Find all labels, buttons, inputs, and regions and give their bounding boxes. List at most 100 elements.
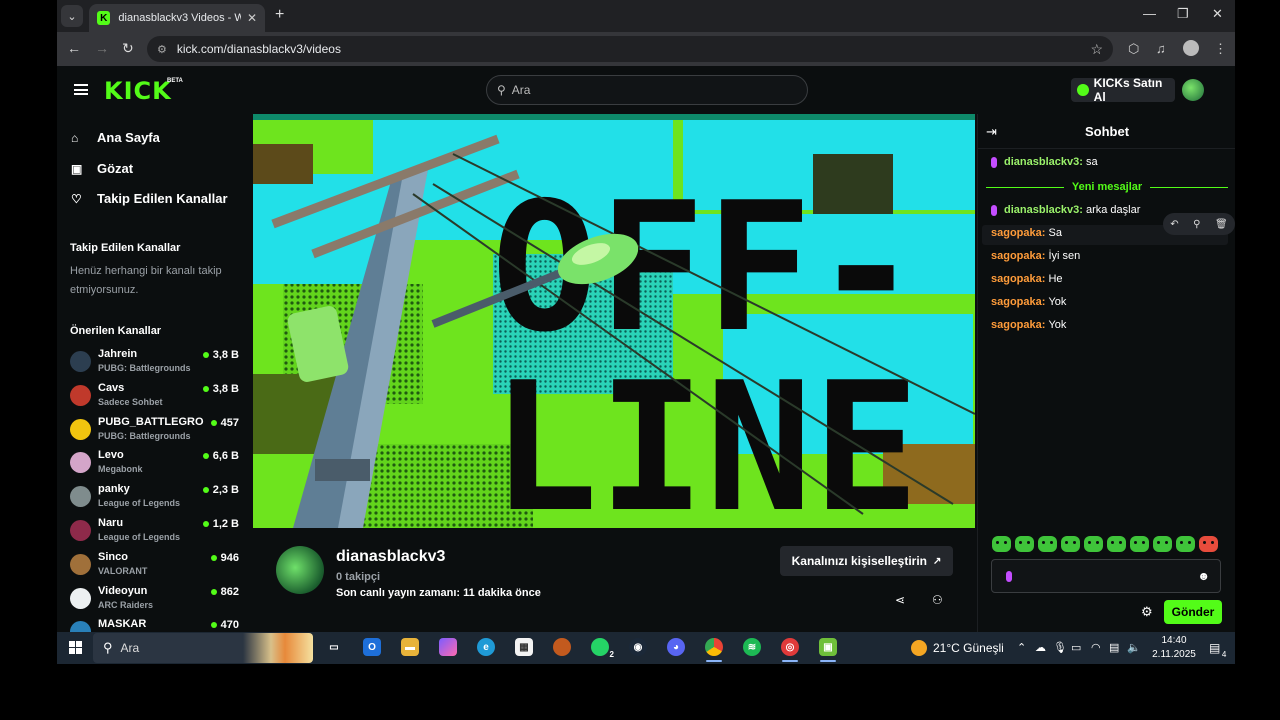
volume-icon[interactable]: 🔈 (1127, 641, 1141, 654)
spotify-icon[interactable]: ≋ (743, 638, 761, 656)
channel-avatar[interactable] (276, 546, 324, 594)
media-control-icon[interactable]: ♫ (1156, 41, 1166, 56)
chat-username[interactable]: sagopaka (991, 227, 1042, 239)
battery-icon[interactable]: ▭ (1071, 641, 1081, 654)
copilot-icon[interactable] (439, 638, 457, 656)
share-icon[interactable]: ⋖ (895, 593, 905, 607)
emote-icon[interactable] (1061, 536, 1080, 552)
chat-settings-icon[interactable]: ⚙ (1141, 604, 1153, 620)
site-settings-icon[interactable]: ⚙ (157, 43, 167, 56)
taskbar-search[interactable]: ⚲ Ara (93, 633, 313, 663)
recommended-channel[interactable]: Jahrein PUBG: Battlegrounds 3,8 B (70, 348, 242, 380)
chat-message[interactable]: sagopaka: Yok (991, 296, 1066, 308)
app-icon-cube[interactable]: ▣ (819, 638, 837, 656)
chat-message[interactable]: sagopaka: Yok (991, 319, 1066, 331)
onedrive-icon[interactable]: ☁ (1035, 641, 1046, 654)
recommended-channel[interactable]: Levo Megabonk 6,6 B (70, 449, 242, 481)
chrome-icon[interactable] (705, 638, 723, 656)
display-icon[interactable]: ▤ (1109, 641, 1119, 654)
minimize-button[interactable]: — (1143, 6, 1156, 21)
chat-message[interactable]: dianasblackv3: arka daşlar (991, 204, 1140, 216)
hamburger-menu-icon[interactable] (74, 84, 88, 95)
bookmark-star-icon[interactable]: ☆ (1090, 41, 1103, 58)
windows-start-icon[interactable] (69, 641, 82, 654)
menu-dots-icon[interactable]: ⋮ (1214, 41, 1227, 57)
recommended-channel[interactable]: Naru League of Legends 1,2 B (70, 517, 242, 549)
chat-input[interactable]: ☻ (991, 559, 1221, 593)
tray-chevron-icon[interactable]: ⌃ (1017, 641, 1026, 654)
customize-channel-button[interactable]: Kanalınızı kişiselleştirin ↗ (780, 546, 953, 576)
buy-kicks-button[interactable]: KICKs Satın Al (1071, 76, 1175, 104)
sidebar-item-following[interactable]: ♡ Takip Edilen Kanallar (71, 191, 228, 206)
outlook-icon[interactable]: O (363, 638, 381, 656)
chat-message[interactable]: sagopaka: He (991, 273, 1063, 285)
tab-search-button[interactable]: ⌄ (61, 5, 83, 27)
browser-tab[interactable]: K dianasblackv3 Videos - Watch C ✕ (89, 4, 265, 32)
reload-icon[interactable]: ↻ (122, 40, 134, 57)
emote-icon[interactable] (1015, 536, 1034, 552)
notification-icon[interactable]: ▤ 4 (1209, 641, 1226, 659)
address-bar[interactable]: ⚙ kick.com/dianasblackv3/videos ☆ (147, 36, 1113, 62)
collapse-chat-icon[interactable]: ⇥ (986, 124, 997, 140)
pin-icon[interactable]: ⚲ (1193, 219, 1200, 230)
recommended-channel[interactable]: MASKAR 470 (70, 618, 242, 632)
chat-username[interactable]: sagopaka (991, 250, 1042, 262)
chat-username[interactable]: sagopaka (991, 273, 1042, 285)
emote-icon[interactable] (1153, 536, 1172, 552)
store-icon[interactable]: ▦ (515, 638, 533, 656)
discord-icon[interactable]: ◕ (667, 638, 685, 656)
delete-icon[interactable]: 🗑 (1215, 219, 1228, 230)
reply-icon[interactable]: ↶ (1170, 219, 1178, 230)
emote-icon[interactable] (1199, 536, 1218, 552)
emoji-picker-icon[interactable]: ☻ (1197, 569, 1210, 583)
channel-name[interactable]: dianasblackv3 (336, 548, 445, 566)
emote-icon[interactable] (1038, 536, 1057, 552)
recommended-channel[interactable]: Cavs Sadece Sohbet 3,8 B (70, 382, 242, 414)
recommended-channel[interactable]: Sinco VALORANT 946 (70, 551, 242, 583)
steam-icon[interactable]: ◉ (629, 638, 647, 656)
recommended-channel[interactable]: PUBG_BATTLEGROUNDS PUBG: Battlegrounds 457 (70, 416, 242, 448)
file-explorer-icon[interactable]: ▬ (401, 638, 419, 656)
task-view-icon[interactable]: ▭ (325, 638, 343, 656)
chat-username[interactable]: sagopaka (991, 319, 1042, 331)
new-tab-button[interactable]: + (275, 6, 284, 24)
user-avatar[interactable] (1182, 79, 1204, 101)
weather-sun-icon[interactable] (911, 640, 927, 656)
emote-icon[interactable] (1176, 536, 1195, 552)
emote-icon[interactable] (992, 536, 1011, 552)
emote-icon[interactable] (1130, 536, 1149, 552)
add-user-icon[interactable]: ⚇ (932, 593, 943, 607)
sidebar-item-browse[interactable]: ▣ Gözat (71, 161, 133, 176)
send-button[interactable]: Gönder (1164, 600, 1222, 624)
wifi-icon[interactable]: ◠ (1091, 641, 1101, 654)
chat-username[interactable]: dianasblackv3 (1004, 204, 1079, 216)
weather-text[interactable]: 21°C Güneşli (933, 641, 1004, 655)
kick-logo[interactable]: KICK (104, 77, 172, 105)
chat-message[interactable]: sagopaka: İyi sen (991, 250, 1080, 262)
close-window-button[interactable]: ✕ (1212, 6, 1223, 22)
extension-icon[interactable]: ⬡ (1128, 41, 1139, 57)
video-player[interactable]: OFF- LINE (253, 114, 975, 528)
edge-icon[interactable]: e (477, 638, 495, 656)
chat-message[interactable]: sagopaka: Sa (991, 227, 1062, 239)
search-input[interactable]: ⚲ Ara (486, 75, 808, 105)
clock-time[interactable]: 14:40 (1149, 635, 1199, 646)
back-icon[interactable]: ← (67, 40, 81, 56)
whatsapp-icon[interactable]: 2 (591, 638, 614, 659)
microphone-icon[interactable]: 🎙 (1053, 641, 1067, 654)
chat-username[interactable]: sagopaka (991, 296, 1042, 308)
forward-icon[interactable]: → (95, 40, 109, 56)
recommended-channel[interactable]: Videoyun ARC Raiders 862 (70, 585, 242, 617)
recommended-channel[interactable]: panky League of Legends 2,3 B (70, 483, 242, 515)
sidebar-item-home[interactable]: ⌂ Ana Sayfa (71, 130, 160, 145)
restore-button[interactable]: ❐ (1177, 6, 1189, 22)
emote-icon[interactable] (1084, 536, 1103, 552)
emote-icon[interactable] (1107, 536, 1126, 552)
chat-username[interactable]: dianasblackv3 (1004, 156, 1079, 168)
tab-close-icon[interactable]: ✕ (247, 11, 257, 25)
profile-avatar-icon[interactable] (1183, 40, 1199, 56)
app-icon-orange[interactable] (553, 638, 571, 656)
chat-message[interactable]: dianasblackv3: sa (991, 156, 1098, 168)
obs-icon[interactable]: ◎ (781, 638, 799, 656)
clock-date[interactable]: 2.11.2025 (1149, 649, 1199, 660)
